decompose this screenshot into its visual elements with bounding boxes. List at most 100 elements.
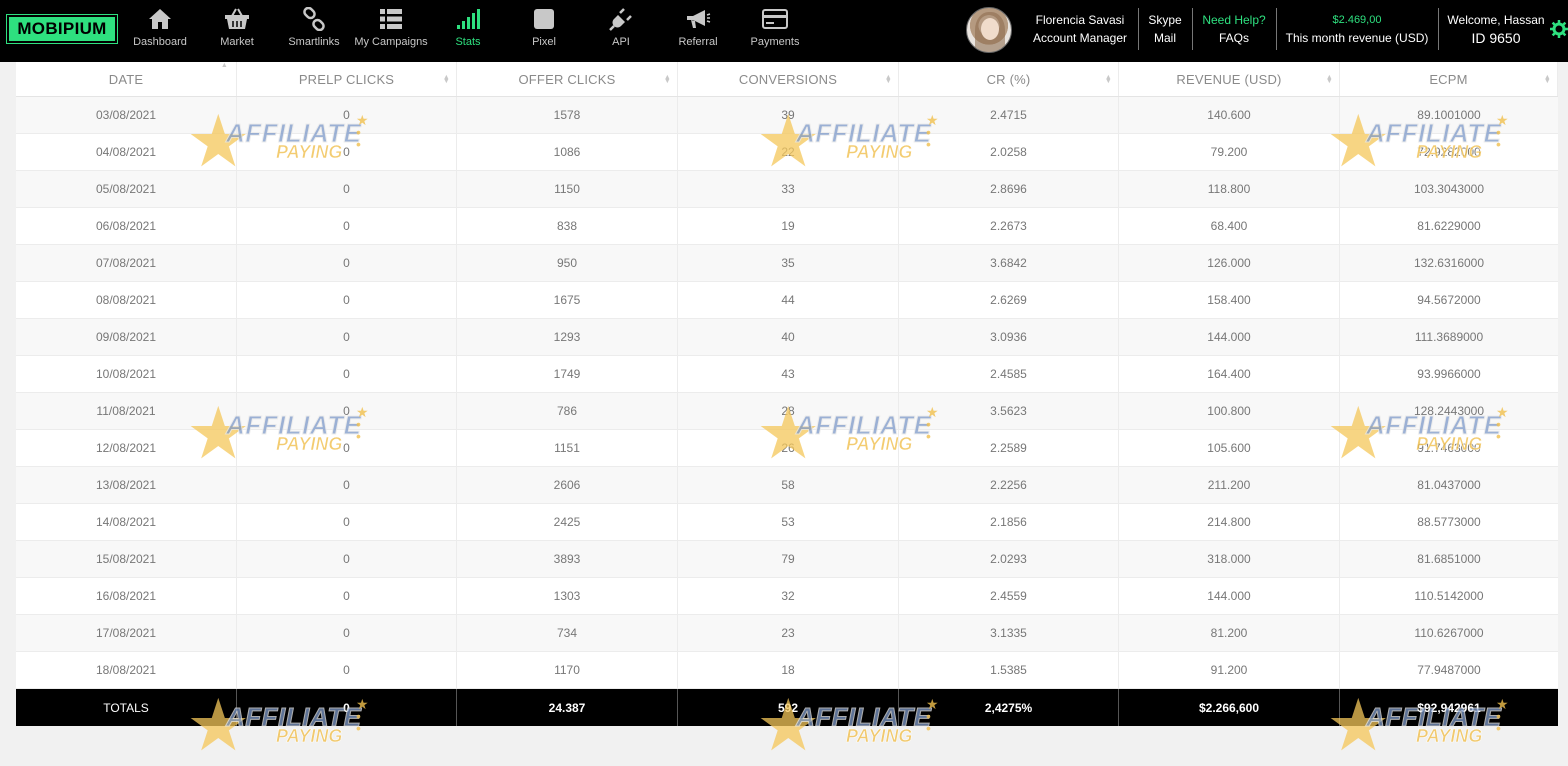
nav-api[interactable]: API bbox=[606, 6, 636, 56]
totals-offer-clicks: 24.387 bbox=[457, 689, 678, 726]
table-row: 15/08/2021 0 3893 79 2.0293 318.000 81.6851000 bbox=[16, 541, 1558, 578]
account-manager-name: Florencia Savasi bbox=[1035, 13, 1125, 27]
cell-prelp-clicks: 0 bbox=[237, 171, 457, 207]
gear-icon[interactable] bbox=[1550, 20, 1568, 38]
cell-prelp-clicks: 0 bbox=[237, 97, 457, 133]
cell-date: 12/08/2021 bbox=[16, 430, 237, 466]
cell-revenue: 158.400 bbox=[1119, 282, 1340, 318]
totals-cr: 2,4275% bbox=[899, 689, 1119, 726]
cell-ecpm: 81.0437000 bbox=[1417, 478, 1481, 492]
cell-prelp-clicks: 0 bbox=[237, 356, 457, 392]
cell-cr: 2.4559 bbox=[899, 578, 1119, 614]
table-row: 07/08/2021 0 950 35 3.6842 126.000 132.6316000 bbox=[16, 245, 1558, 282]
account-manager-info[interactable]: Florencia Savasi Account Manager bbox=[1026, 11, 1134, 47]
nav-market[interactable]: Market bbox=[216, 6, 258, 56]
need-help-link[interactable]: Need Help? bbox=[1197, 11, 1271, 29]
cell-ecpm: 88.5773000 bbox=[1417, 515, 1481, 529]
cell-offer-clicks: 2606 bbox=[457, 467, 678, 503]
cell-date: 15/08/2021 bbox=[16, 541, 237, 577]
skype-link[interactable]: Skype bbox=[1143, 11, 1187, 29]
nav-smartlinks[interactable]: Smartlinks bbox=[288, 6, 340, 56]
column-header-conversions[interactable]: CONVERSIONS ▲ ▼ bbox=[678, 62, 899, 96]
cell-revenue: 214.800 bbox=[1119, 504, 1340, 540]
sort-icon: ▲ ▼ bbox=[663, 74, 671, 85]
totals-prelp-clicks: 0 bbox=[237, 689, 457, 726]
basket-icon bbox=[224, 6, 250, 32]
table-row: 03/08/2021 0 1578 39 2.4715 140.600 89.1001000 bbox=[16, 97, 1558, 134]
nav-dashboard[interactable]: Dashboard bbox=[133, 6, 187, 56]
column-header-date[interactable]: DATE ▲ bbox=[16, 62, 237, 96]
table-row: 05/08/2021 0 1150 33 2.8696 118.800 103.304300… bbox=[16, 171, 1558, 208]
nav-pixel[interactable]: Pixel bbox=[528, 6, 560, 56]
table-totals-row: TOTALS 0 24.387 592 2,4275% $2.266,600 $… bbox=[16, 689, 1558, 726]
cell-date: 07/08/2021 bbox=[16, 245, 237, 281]
nav-label: Market bbox=[220, 36, 254, 48]
faqs-link[interactable]: FAQs bbox=[1197, 29, 1271, 47]
cell-cr: 2.2589 bbox=[899, 430, 1119, 466]
cell-ecpm: 132.6316000 bbox=[1413, 256, 1485, 270]
nav-label: Stats bbox=[455, 36, 481, 48]
cell-cr: 3.5623 bbox=[899, 393, 1119, 429]
cell-date: 08/08/2021 bbox=[16, 282, 237, 318]
cell-prelp-clicks: 0 bbox=[237, 504, 457, 540]
divider bbox=[1138, 8, 1139, 50]
cell-conversions: 19 bbox=[678, 208, 899, 244]
cell-conversions: 32 bbox=[678, 578, 899, 614]
signal-bars-icon bbox=[455, 6, 481, 32]
pixel-square-icon bbox=[531, 6, 557, 32]
contact-links: Skype Mail bbox=[1143, 11, 1187, 47]
cell-ecpm: 94.5672000 bbox=[1417, 293, 1481, 307]
cell-ecpm: 111.3689000 bbox=[1414, 330, 1484, 344]
cell-offer-clicks: 2425 bbox=[457, 504, 678, 540]
cell-date: 18/08/2021 bbox=[16, 652, 237, 688]
column-header-cr[interactable]: CR (%) ▲ ▼ bbox=[899, 62, 1119, 96]
nav-my-campaigns[interactable]: My Campaigns bbox=[354, 6, 428, 56]
cell-conversions: 33 bbox=[678, 171, 899, 207]
table-row: 04/08/2021 0 1086 22 2.0258 79.200 72.9282000 bbox=[16, 134, 1558, 171]
cell-cr: 2.6269 bbox=[899, 282, 1119, 318]
nav-stats[interactable]: Stats bbox=[452, 6, 484, 56]
table-row: 06/08/2021 0 838 19 2.2673 68.400 81.6229000 bbox=[16, 208, 1558, 245]
column-header-ecpm[interactable]: ECPM ▲ ▼ bbox=[1340, 62, 1558, 96]
cell-offer-clicks: 1170 bbox=[457, 652, 678, 688]
cell-prelp-clicks: 0 bbox=[237, 393, 457, 429]
sort-icon: ▲ ▼ bbox=[1325, 74, 1333, 85]
column-header-prelp-clicks[interactable]: PRELP CLICKS ▲ ▼ bbox=[237, 62, 457, 96]
table-row: 16/08/2021 0 1303 32 2.4559 144.000 110.514200… bbox=[16, 578, 1558, 615]
link-icon bbox=[301, 6, 327, 32]
welcome-text: Welcome, Hassan bbox=[1447, 13, 1545, 27]
cell-revenue: 91.200 bbox=[1119, 652, 1340, 688]
cell-cr: 2.8696 bbox=[899, 171, 1119, 207]
cell-prelp-clicks: 0 bbox=[237, 208, 457, 244]
revenue-amount: $2.469,00 bbox=[1332, 14, 1382, 26]
cell-date: 14/08/2021 bbox=[16, 504, 237, 540]
cell-conversions: 53 bbox=[678, 504, 899, 540]
column-header-revenue[interactable]: REVENUE (USD) ▲ ▼ bbox=[1119, 62, 1340, 96]
table-header: DATE ▲ PRELP CLICKS ▲ ▼ OFFER CLICKS ▲ ▼ CONV… bbox=[16, 62, 1558, 97]
cell-ecpm: 110.5142000 bbox=[1414, 589, 1484, 603]
nav-label: Pixel bbox=[532, 36, 556, 48]
cell-cr: 2.0293 bbox=[899, 541, 1119, 577]
cell-offer-clicks: 1749 bbox=[457, 356, 678, 392]
nav-referral[interactable]: Referral bbox=[678, 6, 718, 56]
cell-prelp-clicks: 0 bbox=[237, 319, 457, 355]
column-header-offer-clicks[interactable]: OFFER CLICKS ▲ ▼ bbox=[457, 62, 678, 96]
cell-ecpm: 77.9487000 bbox=[1417, 663, 1481, 677]
home-icon bbox=[147, 6, 173, 32]
cell-conversions: 23 bbox=[678, 615, 899, 651]
totals-ecpm: $92,942961 bbox=[1417, 700, 1481, 715]
cell-cr: 2.2256 bbox=[899, 467, 1119, 503]
mail-link[interactable]: Mail bbox=[1143, 29, 1187, 47]
table-body: 03/08/2021 0 1578 39 2.4715 140.600 89.1001000… bbox=[16, 97, 1558, 689]
mobipium-logo[interactable]: MOBIPIUM bbox=[6, 14, 118, 44]
cell-cr: 1.5385 bbox=[899, 652, 1119, 688]
cell-conversions: 58 bbox=[678, 467, 899, 503]
cell-date: 11/08/2021 bbox=[16, 393, 237, 429]
cell-conversions: 44 bbox=[678, 282, 899, 318]
cell-revenue: 126.000 bbox=[1119, 245, 1340, 281]
table-row: 18/08/2021 0 1170 18 1.5385 91.200 77.9487000 bbox=[16, 652, 1558, 689]
divider bbox=[1276, 8, 1277, 50]
nav-payments[interactable]: Payments bbox=[750, 6, 800, 56]
cell-ecpm: 128.2443000 bbox=[1413, 404, 1485, 418]
nav-label: API bbox=[612, 36, 630, 48]
